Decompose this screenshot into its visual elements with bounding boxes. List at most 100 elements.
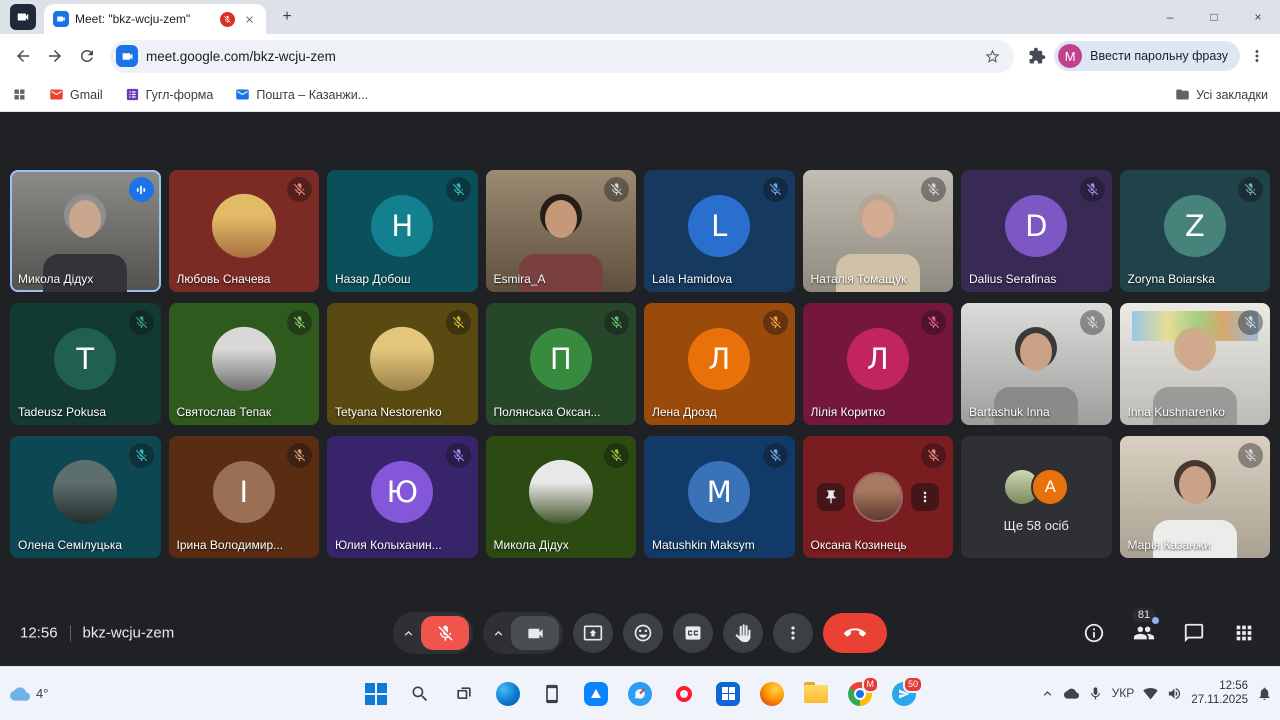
overflow-avatar: А [1031,468,1069,506]
mic-muted-icon [604,443,629,468]
initial-letter: D [1025,209,1047,243]
all-bookmarks-button[interactable]: Усі закладки [1175,87,1268,102]
participant-tile[interactable]: L Lala Hamidova [644,170,795,292]
browser-tab[interactable]: Meet: "bkz-wcju-zem" [44,4,266,34]
participant-tile[interactable]: Tetyana Nestorenko [327,303,478,425]
weather-widget[interactable]: 4° [10,684,48,704]
participant-tile[interactable]: Inna Kushnarenko [1120,303,1271,425]
participant-tile[interactable]: Ю Юлия Колыханин... [327,436,478,558]
participant-tile[interactable]: Л Лена Дрозд [644,303,795,425]
edge-icon[interactable] [489,675,527,713]
participant-name: Tetyana Nestorenko [335,405,448,419]
present-button[interactable] [573,613,613,653]
camera-options-button[interactable] [487,616,509,650]
pin-participant-icon[interactable] [817,483,845,511]
participant-tile[interactable]: Марія Казанжи [1120,436,1271,558]
camera-toggle-button[interactable] [511,616,559,650]
extensions-icon[interactable] [1022,41,1052,71]
edge-logo-icon [496,682,520,706]
search-button[interactable] [401,675,439,713]
apps-shortcut-icon[interactable] [12,87,27,102]
browser-menu-icon[interactable] [1242,41,1272,71]
notifications-icon[interactable] [1257,686,1272,701]
mic-muted-icon [763,310,788,335]
participant-tile[interactable]: П Полянська Оксан... [486,303,637,425]
leave-call-button[interactable] [823,613,887,653]
meeting-details-button[interactable] [1072,611,1116,655]
participant-name: Dalius Serafinas [969,272,1082,286]
telegram-icon[interactable]: 50 [885,675,923,713]
mic-options-button[interactable] [397,616,419,650]
participant-name: Esmira_A [494,272,607,286]
bookmark-mail[interactable]: Пошта – Казанжи... [235,87,368,102]
tray-mic-icon[interactable] [1088,686,1103,701]
start-button[interactable] [357,675,395,713]
passphrase-profile-pill[interactable]: M Ввести парольну фразу [1054,41,1240,71]
tab-close-icon[interactable] [241,11,257,27]
chrome-icon[interactable]: M [841,675,879,713]
address-bar[interactable]: meet.google.com/bkz-wcju-zem [110,40,1014,73]
participant-tile[interactable]: Bartashuk Inna [961,303,1112,425]
participant-tile[interactable]: Н Назар Добош [327,170,478,292]
chrome-notification-badge: M [862,676,880,693]
mic-toggle-button[interactable] [421,616,469,650]
reactions-button[interactable] [623,613,663,653]
chat-button[interactable] [1172,611,1216,655]
compass-browser-icon[interactable] [621,675,659,713]
participant-tile[interactable]: І Ірина Володимир... [169,436,320,558]
minimize-button[interactable]: – [1148,0,1192,34]
opera-icon[interactable] [665,675,703,713]
refresh-button[interactable] [72,41,102,71]
bookmark-gmail[interactable]: Gmail [49,87,103,102]
captions-button[interactable] [673,613,713,653]
bookmark-star-icon[interactable] [980,44,1004,68]
more-options-button[interactable] [773,613,813,653]
mic-muted-icon [1238,177,1263,202]
participant-initial-avatar: Ю [371,461,433,523]
gmail-icon [49,87,64,102]
volume-icon[interactable] [1167,686,1182,701]
participant-tile[interactable]: Микола Дідух [486,436,637,558]
task-view-button[interactable] [445,675,483,713]
firefox-icon[interactable] [753,675,791,713]
activities-button[interactable] [1222,611,1266,655]
tile-more-options-icon[interactable] [911,483,939,511]
wifi-icon[interactable] [1143,686,1158,701]
participant-tile[interactable]: Олена Семілуцька [10,436,161,558]
participant-tile[interactable]: T Tadeusz Pokusa [10,303,161,425]
participant-tile[interactable]: Любовь Сначева [169,170,320,292]
participant-tile[interactable]: А Ще 58 осіб [961,436,1112,558]
raise-hand-button[interactable] [723,613,763,653]
maximize-button[interactable]: □ [1192,0,1236,34]
phone-link-icon[interactable] [533,675,571,713]
participant-tile[interactable]: Л Лілія Коритко [803,303,954,425]
participant-name: Назар Добош [335,272,448,286]
language-indicator[interactable]: УКР [1112,687,1135,701]
participant-tile[interactable]: Микола Дідух [10,170,161,292]
participant-tile[interactable]: D Dalius Serafinas [961,170,1112,292]
new-tab-button[interactable]: + [274,4,300,30]
participant-name: Любовь Сначева [177,272,290,286]
initial-letter: І [239,475,248,509]
forward-button[interactable] [40,41,70,71]
participant-tile[interactable]: Esmira_A [486,170,637,292]
microsoft-store-icon[interactable] [709,675,747,713]
mic-muted-icon [287,310,312,335]
participants-button[interactable]: 81 [1122,611,1166,655]
participant-tile[interactable]: Святослав Тепак [169,303,320,425]
bookmark-google-form[interactable]: Гугл-форма [125,87,214,102]
blue-app-icon[interactable] [577,675,615,713]
file-explorer-icon[interactable] [797,675,835,713]
participant-tile[interactable]: M Matushkin Maksym [644,436,795,558]
clock-widget[interactable]: 12:56 27.11.2025 [1191,679,1248,709]
overflow-participants-avatars: А [1003,468,1069,506]
participant-tile[interactable]: Z Zoryna Boiarska [1120,170,1271,292]
window-close-button[interactable]: × [1236,0,1280,34]
back-button[interactable] [8,41,38,71]
onedrive-cloud-icon[interactable] [1064,686,1079,701]
participant-tile[interactable]: Наталія Томащук [803,170,954,292]
participant-initial-avatar: Н [371,195,433,257]
participant-tile[interactable]: Оксана Козинець [803,436,954,558]
site-camera-icon[interactable] [116,45,138,67]
tray-chevron-icon[interactable] [1040,686,1055,701]
